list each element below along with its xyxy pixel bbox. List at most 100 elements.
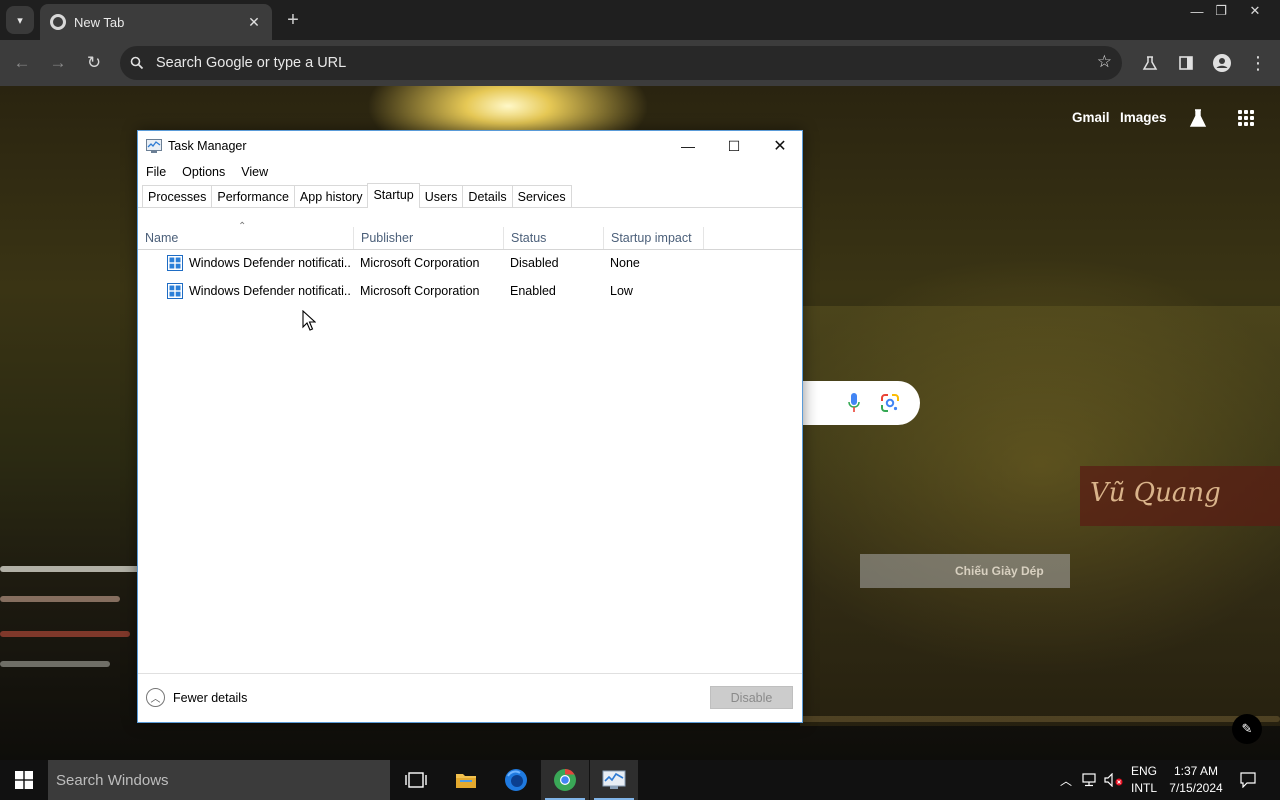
task-manager-icon [602,770,626,789]
labs-flask-icon[interactable] [1138,51,1162,75]
wall-sign-text: Vũ Quang [1090,478,1221,508]
close-window-button[interactable]: ✕ [1238,0,1272,22]
language-code: ENG [1130,764,1157,778]
menu-options[interactable]: Options [174,165,233,179]
task-manager-titlebar[interactable]: Task Manager — ☐ ✕ [138,131,802,161]
system-clock[interactable]: 1:37 AM 7/15/2024 [1164,763,1228,797]
tab-app-history[interactable]: App history [293,185,369,207]
keyboard-layout: INTL [1130,781,1157,795]
labs-flask-icon[interactable] [1188,108,1208,128]
address-bar-placeholder: Search Google or type a URL [156,55,347,71]
fewer-details-button[interactable]: ︿ Fewer details [146,688,247,707]
address-bar[interactable]: Search Google or type a URL ☆ [120,46,1122,80]
folder-icon [456,774,476,788]
show-hidden-icons-chevron-icon[interactable]: ︿ [1058,760,1074,800]
table-row[interactable]: Windows Defender notificati... Microsoft… [138,277,802,305]
input-language-indicator[interactable]: ENG INTL [1128,763,1160,797]
row-name: Windows Defender notificati... [189,256,352,270]
side-panel-icon[interactable] [1174,51,1198,75]
row-startup-impact: None [610,256,640,270]
volume-muted-icon[interactable] [1104,760,1124,800]
clock-date: 7/15/2024 [1169,781,1223,795]
taskbar-firefox[interactable] [492,760,540,800]
task-manager-window: Task Manager — ☐ ✕ File Options View Pro… [137,130,803,723]
tab-title: New Tab [74,14,125,30]
taskbar-search-input[interactable]: Search Windows [48,760,390,800]
maximize-button[interactable]: ☐ [711,131,757,161]
chrome-menu-icon[interactable]: ⋮ [1246,51,1270,75]
reload-button[interactable]: ↻ [82,51,106,75]
window-title: Task Manager [168,139,247,153]
chevron-up-icon: ︿ [146,688,165,707]
network-icon[interactable] [1080,760,1100,800]
row-status: Enabled [510,284,556,298]
start-button[interactable] [0,760,48,800]
windows-logo-icon [15,771,33,789]
menu-file[interactable]: File [138,165,174,179]
defender-shield-icon [167,255,183,271]
fewer-details-label: Fewer details [173,690,248,705]
tab-details[interactable]: Details [462,185,513,207]
browser-toolbar: ← → ↻ Search Google or type a URL ☆ ⋮ [0,40,1280,86]
search-icon [130,56,144,70]
column-header-publisher[interactable]: Publisher [354,227,504,249]
close-button[interactable]: ✕ [757,131,803,161]
tab-startup[interactable]: Startup [367,183,420,208]
profile-avatar-icon[interactable] [1210,51,1234,75]
bookmark-star-icon[interactable]: ☆ [1097,52,1112,72]
clock-time: 1:37 AM [1173,764,1219,778]
google-apps-icon[interactable] [1238,110,1254,126]
customize-pencil-icon[interactable]: ✎ [1232,714,1262,744]
tab-search-button[interactable]: ▾ [6,6,34,34]
disable-button[interactable]: Disable [710,686,793,709]
task-manager-icon [146,139,162,153]
google-lens-icon[interactable] [880,393,900,413]
row-publisher: Microsoft Corporation [360,284,480,298]
back-button[interactable]: ← [10,51,34,75]
new-tab-button[interactable]: + [282,9,304,31]
chevron-down-icon: ▾ [17,14,23,27]
footer-divider [138,673,802,674]
forward-button[interactable]: → [46,51,70,75]
taskbar-search-placeholder: Search Windows [56,771,169,789]
row-startup-impact: Low [610,284,633,298]
shop-sign-text: Chiếu Giày Dép [955,564,1044,578]
light-streak [0,631,130,637]
light-streak [0,596,120,602]
mouse-cursor-icon [302,310,316,331]
microphone-icon[interactable] [848,393,860,413]
close-tab-icon[interactable]: ✕ [244,12,264,32]
light-streak [0,661,110,667]
row-name: Windows Defender notificati... [189,284,352,298]
column-header-startup-impact[interactable]: Startup impact [604,227,704,249]
images-link[interactable]: Images [1120,110,1167,125]
tab-strip: Processes Performance App history Startu… [138,183,802,208]
column-header-status[interactable]: Status [504,227,604,249]
taskbar-task-manager[interactable] [590,760,638,800]
taskbar-chrome[interactable] [541,760,589,800]
menu-bar: File Options View [138,161,802,183]
taskbar-file-explorer[interactable] [442,760,490,800]
column-header-name[interactable]: Name [138,227,354,249]
chrome-icon [50,14,66,30]
row-status: Disabled [510,256,559,270]
table-row[interactable]: Windows Defender notificati... Microsoft… [138,249,802,277]
windows-taskbar: Search Windows ︿ ENG INTL 1:37 AM 7/15/2… [0,760,1280,800]
gmail-link[interactable]: Gmail [1072,110,1110,125]
chrome-icon [554,769,576,791]
tab-performance[interactable]: Performance [211,185,295,207]
light-streak [0,566,140,572]
tab-processes[interactable]: Processes [142,185,213,207]
row-publisher: Microsoft Corporation [360,256,480,270]
menu-view[interactable]: View [233,165,276,179]
task-view-icon [405,772,427,788]
minimize-button[interactable]: — [665,131,711,161]
tab-new-tab[interactable]: New Tab ✕ [40,4,272,40]
restore-window-button[interactable]: ❐ [1204,0,1238,22]
firefox-icon [505,769,527,791]
tab-services[interactable]: Services [511,185,572,207]
action-center-icon[interactable] [1236,760,1260,800]
defender-shield-icon [167,283,183,299]
tab-users[interactable]: Users [418,185,464,207]
task-view-button[interactable] [392,760,440,800]
